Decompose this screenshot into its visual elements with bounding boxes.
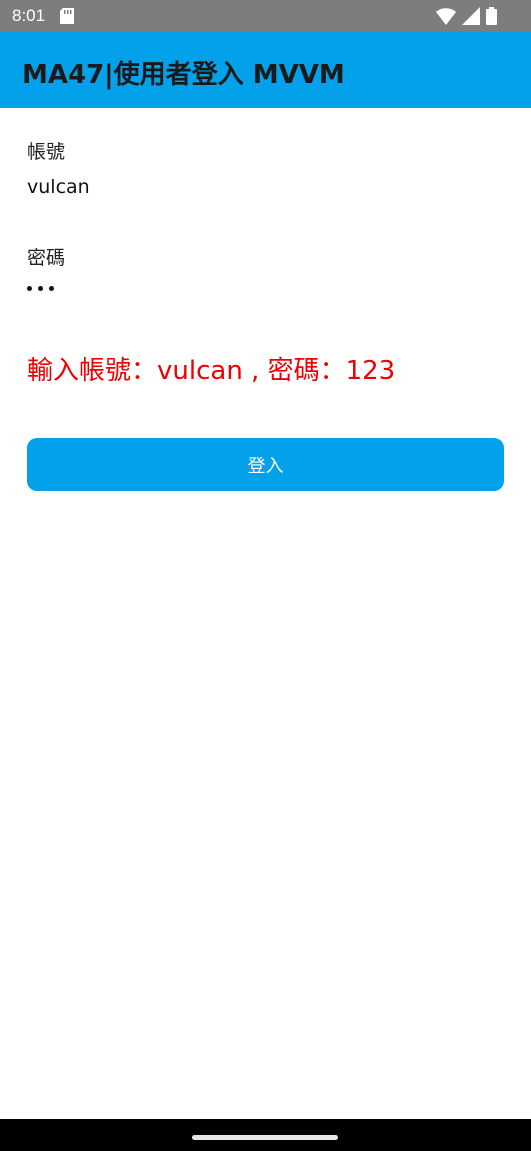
result-message: 輸入帳號：vulcan , 密碼：123 — [27, 356, 396, 386]
screen: 8:01 MA47|使用者登入 MVVM 帳號 vulcan 密碼 輸入帳號：v… — [0, 0, 531, 1151]
battery-icon — [486, 7, 497, 25]
home-handle[interactable] — [192, 1135, 338, 1140]
status-icons — [436, 7, 497, 25]
app-bar: MA47|使用者登入 MVVM — [0, 32, 531, 108]
password-label: 密碼 — [27, 247, 66, 269]
cell-signal-icon — [462, 7, 480, 25]
password-input[interactable] — [27, 286, 54, 291]
sd-card-icon — [60, 8, 74, 24]
account-input[interactable]: vulcan — [27, 176, 90, 198]
account-label: 帳號 — [27, 141, 66, 163]
wifi-icon — [436, 7, 456, 25]
navigation-bar — [0, 1119, 531, 1151]
password-dot — [49, 286, 54, 291]
status-bar: 8:01 — [0, 0, 531, 32]
password-dot — [27, 286, 32, 291]
status-time: 8:01 — [12, 6, 46, 25]
login-button[interactable]: 登入 — [27, 438, 504, 491]
password-dot — [38, 286, 43, 291]
page-title: MA47|使用者登入 MVVM — [22, 60, 345, 90]
